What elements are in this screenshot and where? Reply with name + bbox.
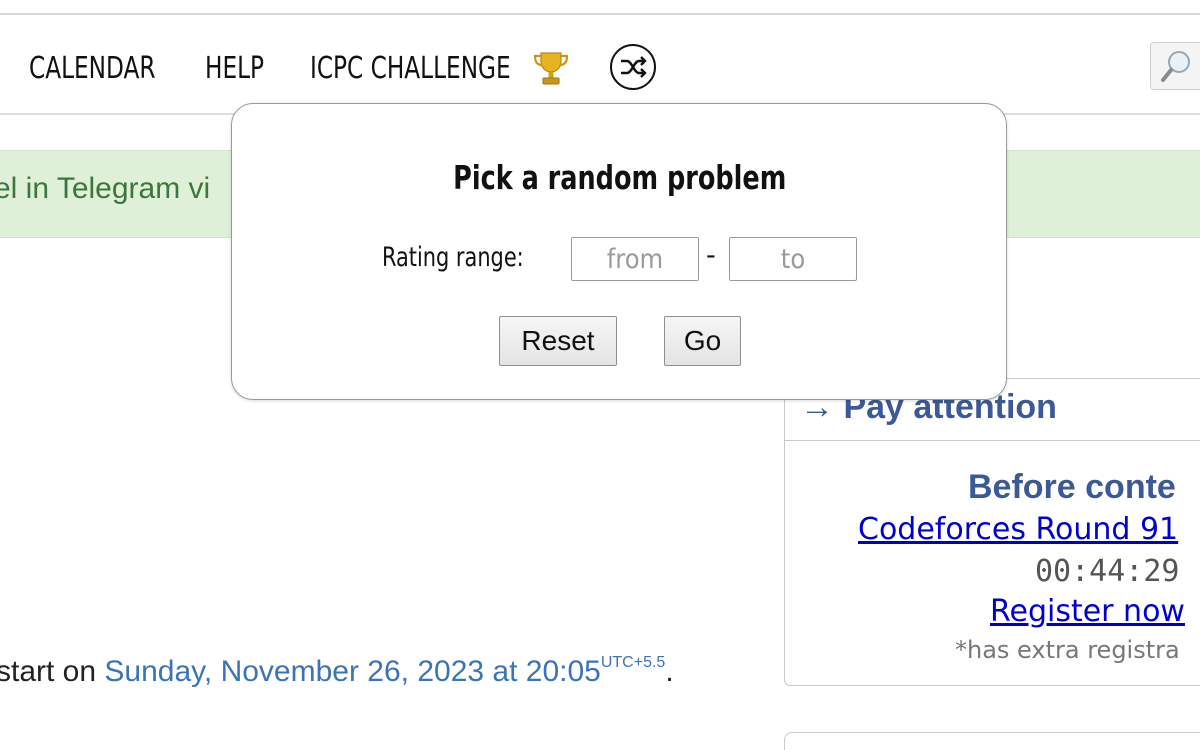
search-icon: [1161, 51, 1190, 82]
contest-date-link[interactable]: Sunday, November 26, 2023 at 20:05: [104, 655, 600, 688]
sidebar-next-box: [784, 732, 1200, 750]
countdown-timer: 00:44:29: [1035, 554, 1180, 589]
menu-item-help[interactable]: HELP: [205, 44, 264, 94]
contest-start-line: start on Sunday, November 26, 2023 at 20…: [0, 654, 674, 689]
trophy-icon[interactable]: [532, 50, 570, 88]
extra-registration-note: *has extra registra: [955, 636, 1180, 664]
go-button[interactable]: Go: [664, 316, 741, 366]
menu-item-icpc-challenge[interactable]: ICPC CHALLENGE: [310, 44, 511, 94]
sidebar-divider: [784, 440, 1200, 441]
rating-range-label: Rating range:: [382, 242, 524, 273]
register-now-link[interactable]: Register now: [990, 594, 1185, 629]
reset-button[interactable]: Reset: [499, 316, 617, 366]
start-prefix: start on: [0, 655, 105, 688]
popup-title: Pick a random problem: [453, 158, 787, 197]
menu-item-calendar[interactable]: CALENDAR: [29, 44, 155, 94]
contest-round-link[interactable]: Codeforces Round 91: [858, 512, 1178, 547]
search-input[interactable]: [1150, 42, 1200, 90]
random-problem-popup: Pick a random problem Rating range: - Re…: [231, 103, 1007, 400]
notice-text: el in Telegram vi: [0, 172, 211, 205]
before-contest-heading: Before conte: [968, 468, 1176, 506]
top-divider: [0, 13, 1200, 15]
rating-to-input[interactable]: [729, 237, 857, 281]
timezone-label: UTC+5.5: [600, 654, 666, 671]
start-suffix: .: [665, 655, 674, 688]
range-dash: -: [706, 240, 716, 271]
rating-from-input[interactable]: [571, 237, 699, 281]
shuffle-icon[interactable]: [610, 44, 656, 90]
